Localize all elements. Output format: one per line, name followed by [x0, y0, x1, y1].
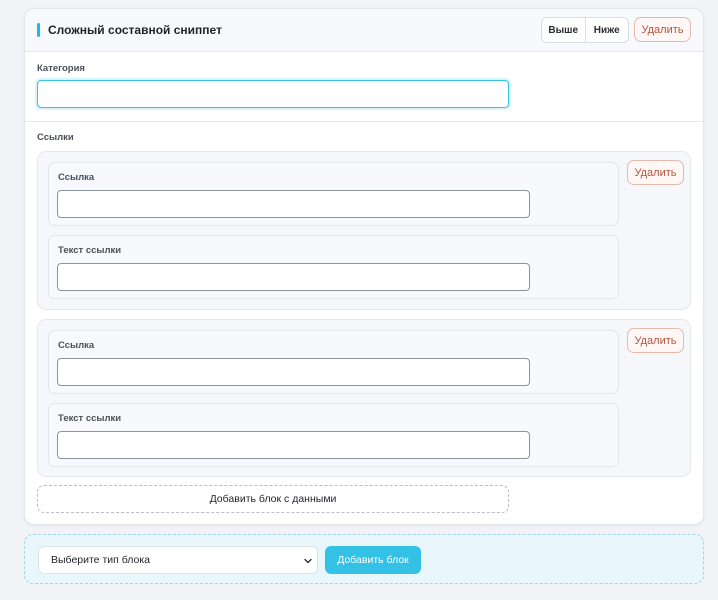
url-field-group: Ссылка [48, 162, 619, 226]
category-label: Категория [37, 63, 85, 74]
link-text-label: Текст ссылки [58, 413, 122, 424]
category-input[interactable] [37, 80, 509, 108]
links-section-label: Ссылки [37, 132, 74, 143]
url-label: Ссылка [58, 172, 95, 183]
link-text-input[interactable] [57, 431, 530, 459]
move-button-group: Выше Ниже [541, 17, 629, 43]
delete-link-button[interactable]: Удалить [627, 160, 684, 185]
add-block-panel: Выберите тип блока Добавить блок [24, 534, 704, 584]
accent-bar [37, 23, 40, 37]
link-text-label: Текст ссылки [58, 245, 122, 256]
add-data-block-button[interactable]: Добавить блок с данными [37, 485, 509, 513]
snippet-header: Сложный составной сниппет Выше Ниже Удал… [25, 9, 703, 52]
move-down-button[interactable]: Ниже [584, 18, 629, 42]
url-field-group: Ссылка [48, 330, 619, 394]
link-block: Ссылка Текст ссылки Удалить [37, 151, 691, 310]
delete-snippet-button[interactable]: Удалить [634, 17, 691, 42]
snippet-card: Сложный составной сниппет Выше Ниже Удал… [24, 8, 704, 525]
block-type-select-value: Выберите тип блока [51, 554, 151, 566]
url-label: Ссылка [58, 340, 95, 351]
link-text-input[interactable] [57, 263, 530, 291]
link-text-field-group: Текст ссылки [48, 235, 619, 299]
url-input[interactable] [57, 190, 530, 218]
block-type-select[interactable]: Выберите тип блока [38, 546, 318, 574]
snippet-title: Сложный составной сниппет [48, 23, 222, 37]
chevron-down-icon [304, 558, 312, 564]
url-input[interactable] [57, 358, 530, 386]
link-text-field-group: Текст ссылки [48, 403, 619, 467]
add-block-button[interactable]: Добавить блок [325, 546, 421, 574]
move-up-button[interactable]: Выше [542, 18, 585, 42]
delete-link-button[interactable]: Удалить [627, 328, 684, 353]
section-divider [25, 121, 703, 122]
link-block: Ссылка Текст ссылки Удалить [37, 319, 691, 477]
